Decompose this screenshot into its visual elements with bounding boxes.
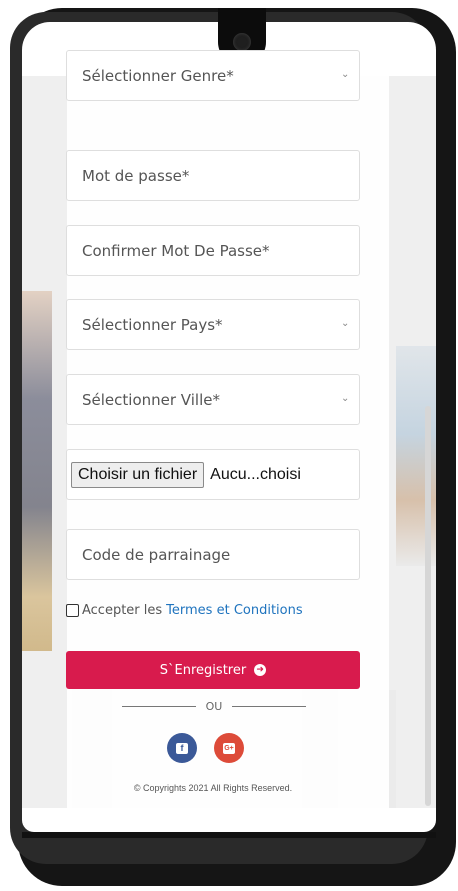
or-text: OU [205,699,223,713]
copyright-text: © Copyrights 2021 All Rights Reserved. [133,783,293,793]
google-plus-icon: G+ [223,742,235,754]
referral-code-placeholder: Code de parrainage [82,545,231,564]
register-button[interactable]: S`Enregistrer ➜ [66,651,360,689]
terms-link[interactable]: Termes et Conditions [166,603,302,618]
or-divider: OU [122,699,306,713]
confirm-password-placeholder: Confirmer Mot De Passe* [82,241,270,260]
divider-line [232,705,306,707]
terms-prefix: Accepter les [82,602,163,618]
terms-checkbox[interactable] [66,603,79,617]
confirm-password-field[interactable]: Confirmer Mot De Passe* [66,225,360,276]
google-plus-login-button[interactable]: G+ [214,733,244,763]
referral-code-field[interactable]: Code de parrainage [66,529,360,580]
scrollbar[interactable] [425,406,431,806]
gender-select[interactable]: Sélectionner Genre* ⌄ [66,50,360,101]
choose-file-button[interactable]: Choisir un fichier [71,461,205,488]
facebook-icon: f [176,742,188,754]
phone-bottom-bezel [22,808,436,832]
chevron-down-icon: ⌄ [341,69,350,80]
file-status-text: Aucu...choisi [210,465,301,483]
phone-bottom-edge [22,832,436,838]
chevron-down-icon: ⌄ [341,318,350,329]
password-field[interactable]: Mot de passe* [66,150,360,201]
terms-row: Accepter les Termes et Conditions [66,601,303,619]
divider-line [122,705,196,707]
city-select-label: Sélectionner Ville* [82,390,220,409]
city-select[interactable]: Sélectionner Ville* ⌄ [66,374,360,425]
country-select-label: Sélectionner Pays* [82,315,223,334]
camera-icon [233,33,251,51]
password-placeholder: Mot de passe* [82,166,190,185]
background-photo-left [22,291,52,651]
chevron-down-icon: ⌄ [341,393,350,404]
register-button-label: S`Enregistrer [159,662,247,678]
arrow-right-circle-icon: ➜ [254,664,267,676]
facebook-login-button[interactable]: f [167,733,197,763]
country-select[interactable]: Sélectionner Pays* ⌄ [66,299,360,350]
file-upload-field: Choisir un fichier Aucu...choisi [66,449,360,500]
gender-select-label: Sélectionner Genre* [82,66,234,85]
